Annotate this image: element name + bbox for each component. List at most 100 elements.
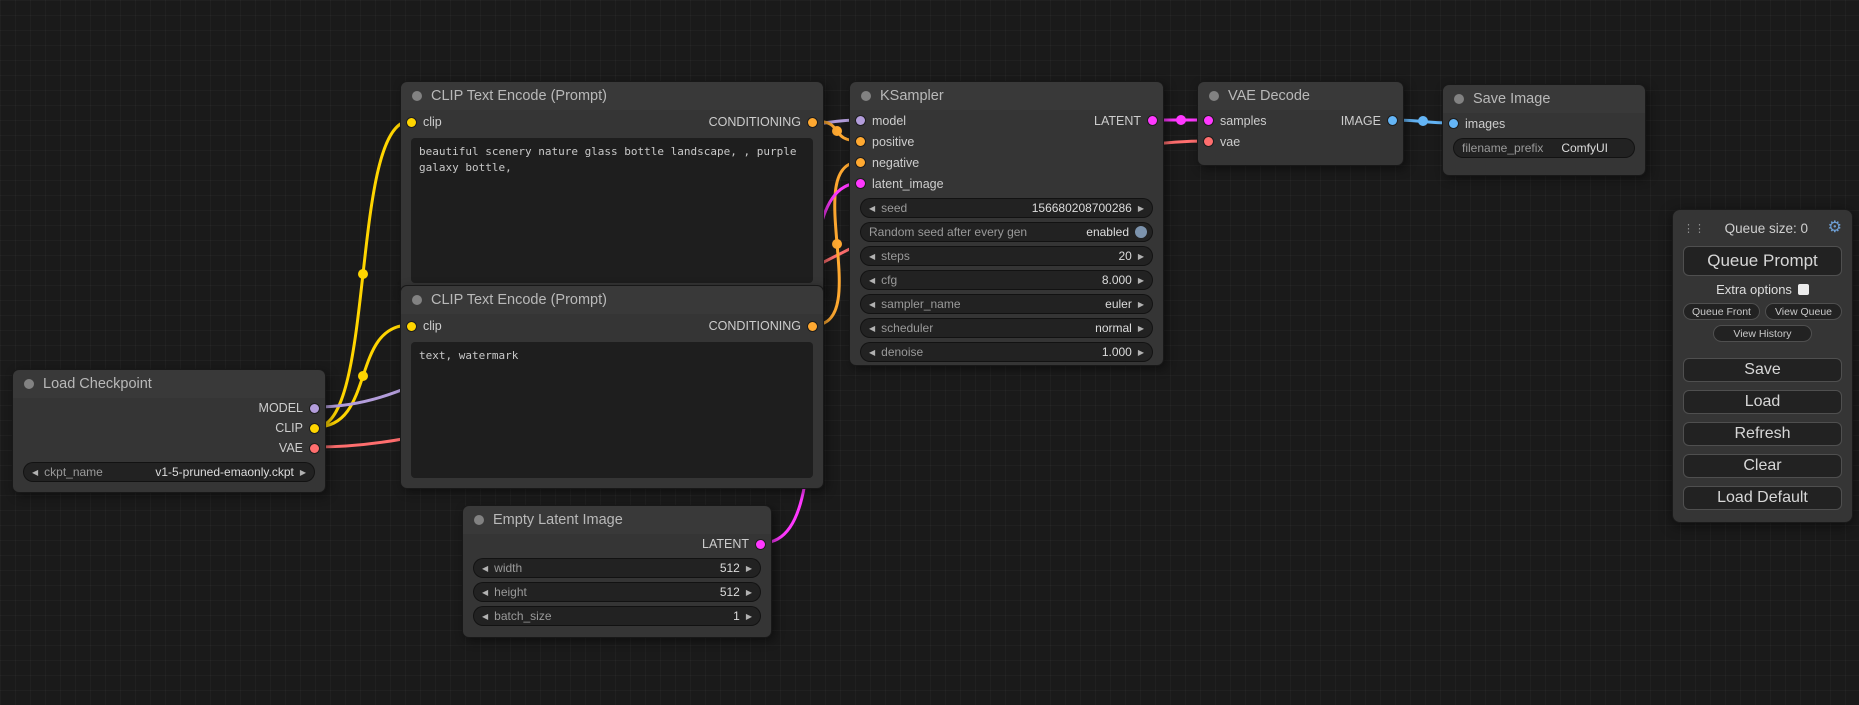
extra-options-label: Extra options [1716, 282, 1792, 297]
queue-prompt-button[interactable]: Queue Prompt [1683, 246, 1842, 276]
model-output-port[interactable] [310, 404, 319, 413]
latent-output-port[interactable] [756, 540, 765, 549]
increment-arrow-icon[interactable]: ▶ [746, 612, 752, 621]
steps-widget[interactable]: ◀ steps 20 ▶ [860, 246, 1153, 266]
node-clip-text-encode-negative[interactable]: CLIP Text Encode (Prompt) clip CONDITION… [400, 285, 824, 489]
image-output-port[interactable] [1388, 116, 1397, 125]
positive-input-port[interactable] [856, 137, 865, 146]
increment-arrow-icon[interactable]: ▶ [300, 468, 306, 477]
increment-arrow-icon[interactable]: ▶ [746, 564, 752, 573]
widget-value: normal [1095, 321, 1132, 335]
queue-controls-row: Queue Front View Queue [1683, 303, 1842, 320]
conditioning-output-port[interactable] [808, 322, 817, 331]
node-title-bar[interactable]: Save Image [1443, 85, 1645, 113]
batch-size-widget[interactable]: ◀ batch_size 1 ▶ [473, 606, 761, 626]
seed-widget[interactable]: ◀ seed 156680208700286 ▶ [860, 198, 1153, 218]
widget-name: sampler_name [881, 297, 960, 311]
decrement-arrow-icon[interactable]: ◀ [869, 300, 875, 309]
drag-handle-icon[interactable]: ⋮⋮ [1683, 222, 1705, 235]
load-button[interactable]: Load [1683, 390, 1842, 414]
decrement-arrow-icon[interactable]: ◀ [482, 564, 488, 573]
conditioning-output-port[interactable] [808, 118, 817, 127]
collapse-dot-icon[interactable] [1209, 91, 1219, 101]
ckpt-name-widget[interactable]: ◀ ckpt_name v1-5-pruned-emaonly.ckpt ▶ [23, 462, 315, 482]
increment-arrow-icon[interactable]: ▶ [1138, 324, 1144, 333]
latent-image-input-port[interactable] [856, 179, 865, 188]
collapse-dot-icon[interactable] [412, 91, 422, 101]
save-button[interactable]: Save [1683, 358, 1842, 382]
width-widget[interactable]: ◀ width 512 ▶ [473, 558, 761, 578]
toggle-knob-icon[interactable] [1135, 226, 1147, 238]
node-title-bar[interactable]: KSampler [850, 82, 1163, 110]
node-save-image[interactable]: Save Image images filename_prefix ComfyU… [1442, 84, 1646, 176]
graph-canvas[interactable]: Load Checkpoint MODEL CLIP VAE ◀ ckpt_na… [0, 0, 1859, 705]
decrement-arrow-icon[interactable]: ◀ [869, 252, 875, 261]
wire-clip-to-positive-prompt [316, 121, 410, 427]
node-clip-text-encode-positive[interactable]: CLIP Text Encode (Prompt) clip CONDITION… [400, 81, 824, 294]
node-vae-decode[interactable]: VAE Decode samples IMAGE vae [1197, 81, 1404, 166]
queue-front-button[interactable]: Queue Front [1683, 303, 1760, 320]
view-queue-button[interactable]: View Queue [1765, 303, 1842, 320]
clear-button[interactable]: Clear [1683, 454, 1842, 478]
denoise-widget[interactable]: ◀ denoise 1.000 ▶ [860, 342, 1153, 362]
random-seed-toggle-widget[interactable]: Random seed after every gen enabled [860, 222, 1153, 242]
clip-input-port[interactable] [407, 118, 416, 127]
widget-name: width [494, 561, 522, 575]
collapse-dot-icon[interactable] [24, 379, 34, 389]
node-empty-latent-image[interactable]: Empty Latent Image LATENT ◀ width 512 ▶ … [462, 505, 772, 638]
model-input-port[interactable] [856, 116, 865, 125]
node-title-bar[interactable]: CLIP Text Encode (Prompt) [401, 82, 823, 110]
node-title-text: Empty Latent Image [493, 512, 623, 528]
node-title-bar[interactable]: VAE Decode [1198, 82, 1403, 110]
widget-name: Random seed after every gen [869, 225, 1027, 239]
cfg-widget[interactable]: ◀ cfg 8.000 ▶ [860, 270, 1153, 290]
decrement-arrow-icon[interactable]: ◀ [869, 348, 875, 357]
clip-input-port[interactable] [407, 322, 416, 331]
increment-arrow-icon[interactable]: ▶ [1138, 252, 1144, 261]
node-title-bar[interactable]: Load Checkpoint [13, 370, 325, 398]
extra-options-checkbox[interactable] [1798, 284, 1809, 295]
prompt-textarea[interactable]: text, watermark [411, 342, 813, 478]
decrement-arrow-icon[interactable]: ◀ [869, 204, 875, 213]
prompt-textarea[interactable]: beautiful scenery nature glass bottle la… [411, 138, 813, 283]
increment-arrow-icon[interactable]: ▶ [1138, 204, 1144, 213]
collapse-dot-icon[interactable] [474, 515, 484, 525]
output-label-clip: CLIP [275, 421, 303, 435]
node-title-bar[interactable]: Empty Latent Image [463, 506, 771, 534]
increment-arrow-icon[interactable]: ▶ [746, 588, 752, 597]
vae-output-port[interactable] [310, 444, 319, 453]
latent-output-port[interactable] [1148, 116, 1157, 125]
collapse-dot-icon[interactable] [412, 295, 422, 305]
settings-gear-icon[interactable]: ⚙ [1828, 220, 1842, 236]
collapse-dot-icon[interactable] [1454, 94, 1464, 104]
node-load-checkpoint[interactable]: Load Checkpoint MODEL CLIP VAE ◀ ckpt_na… [12, 369, 326, 493]
load-default-button[interactable]: Load Default [1683, 486, 1842, 510]
decrement-arrow-icon[interactable]: ◀ [869, 276, 875, 285]
queue-panel-header: ⋮⋮ Queue size: 0 ⚙ [1683, 217, 1842, 239]
filename-prefix-widget[interactable]: filename_prefix ComfyUI [1453, 138, 1635, 158]
node-ksampler[interactable]: KSampler model LATENT positive negative [849, 81, 1164, 366]
vae-input-port[interactable] [1204, 137, 1213, 146]
clip-output-port[interactable] [310, 424, 319, 433]
input-label-clip: clip [423, 115, 442, 129]
node-title-text: KSampler [880, 88, 944, 104]
sampler-name-widget[interactable]: ◀ sampler_name euler ▶ [860, 294, 1153, 314]
refresh-button[interactable]: Refresh [1683, 422, 1842, 446]
node-title-bar[interactable]: CLIP Text Encode (Prompt) [401, 286, 823, 314]
decrement-arrow-icon[interactable]: ◀ [482, 612, 488, 621]
decrement-arrow-icon[interactable]: ◀ [482, 588, 488, 597]
height-widget[interactable]: ◀ height 512 ▶ [473, 582, 761, 602]
scheduler-widget[interactable]: ◀ scheduler normal ▶ [860, 318, 1153, 338]
slot-row: latent_image [850, 173, 1163, 194]
increment-arrow-icon[interactable]: ▶ [1138, 276, 1144, 285]
view-history-button[interactable]: View History [1713, 325, 1812, 342]
slot-row: VAE [13, 438, 325, 458]
increment-arrow-icon[interactable]: ▶ [1138, 300, 1144, 309]
images-input-port[interactable] [1449, 119, 1458, 128]
decrement-arrow-icon[interactable]: ◀ [32, 468, 38, 477]
decrement-arrow-icon[interactable]: ◀ [869, 324, 875, 333]
collapse-dot-icon[interactable] [861, 91, 871, 101]
negative-input-port[interactable] [856, 158, 865, 167]
increment-arrow-icon[interactable]: ▶ [1138, 348, 1144, 357]
samples-input-port[interactable] [1204, 116, 1213, 125]
